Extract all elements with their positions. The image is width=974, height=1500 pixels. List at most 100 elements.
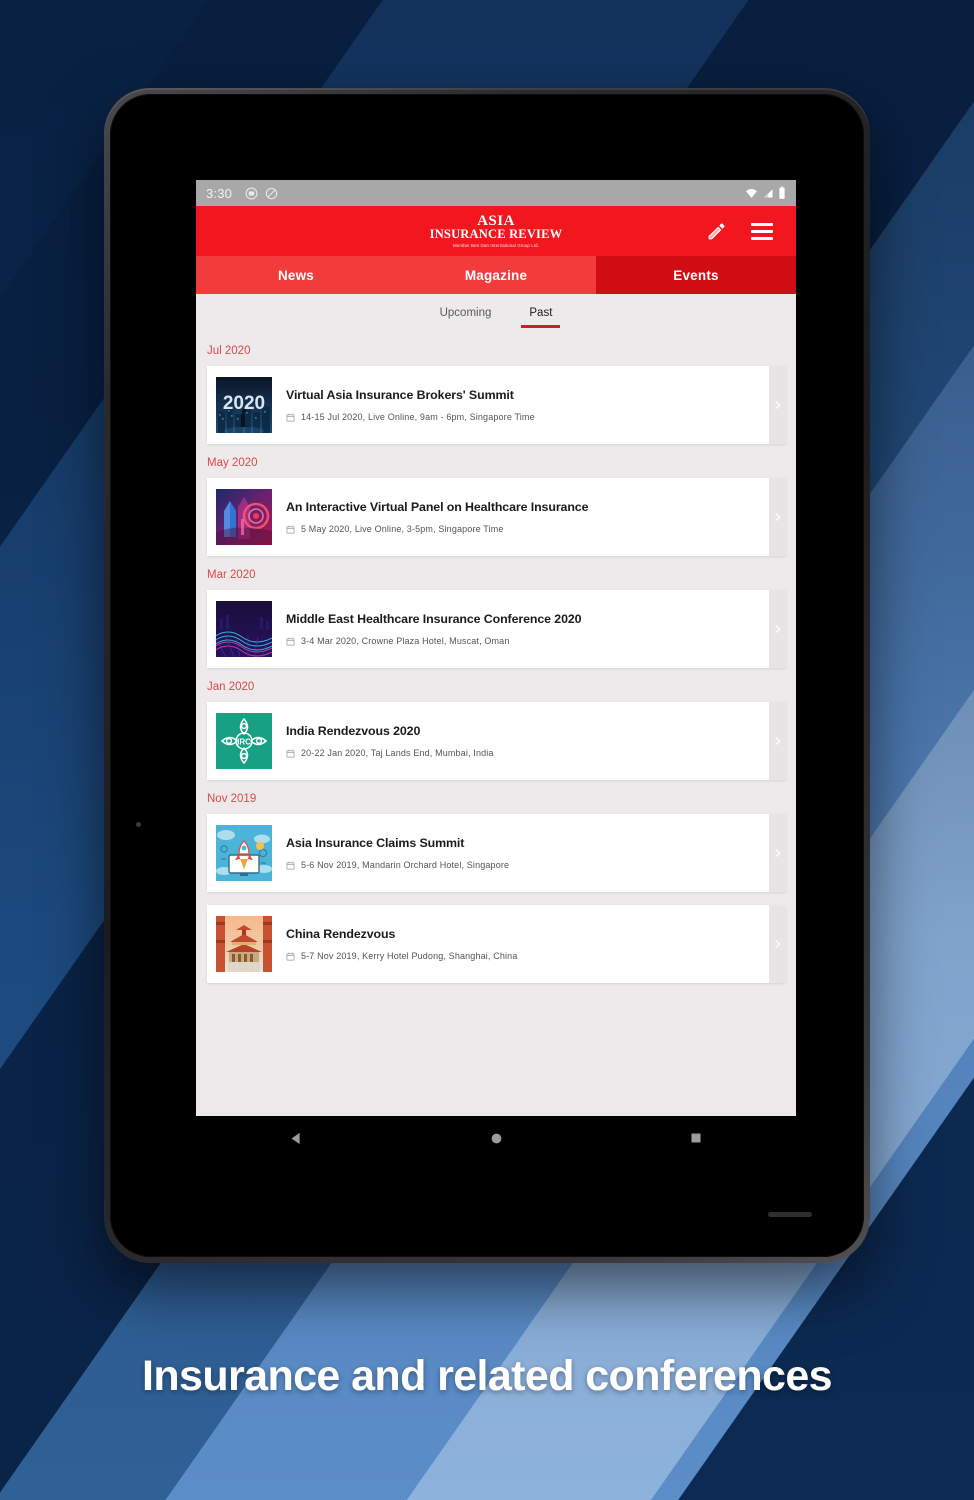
month-header: Jan 2020 [207,681,255,693]
event-meta-text: 5 May 2020, Live Online, 3-5pm, Singapor… [301,524,504,534]
event-open-chevron[interactable] [769,702,786,780]
home-circle-icon [491,1133,501,1143]
status-bar-time: 3:30 [206,185,233,201]
event-open-chevron[interactable] [769,478,786,556]
chevron-right-icon [775,625,781,633]
screenshot-icon [245,187,258,199]
wifi-icon [746,188,757,198]
recents-square-icon [691,1133,701,1143]
calendar-icon [286,861,295,869]
nav-home-button[interactable] [469,1116,523,1160]
event-card[interactable]: An Interactive Virtual Panel on Healthca… [207,478,786,556]
chevron-right-icon [775,737,781,745]
event-text: India Rendezvous 2020 20-22 Jan 2020, Ta… [272,724,786,758]
menu-button[interactable] [750,219,774,243]
app-bar-actions [704,219,796,243]
promo-caption: Insurance and related conferences [142,1352,833,1400]
event-thumbnail-rocket-monitor-flat [216,825,272,881]
event-open-chevron[interactable] [769,590,786,668]
calendar-icon [286,749,295,757]
tablet-device-frame: 3:30 ASIA INSURANCE REVIEW Member Ben Ga… [104,88,870,1263]
event-text: Asia Insurance Claims Summit 5-6 Nov 201… [272,836,786,870]
event-meta-text: 3-4 Mar 2020, Crowne Plaza Hotel, Muscat… [301,636,510,646]
event-card[interactable]: Middle East Healthcare Insurance Confere… [207,590,786,668]
month-header: May 2020 [207,457,258,469]
event-card[interactable]: IRC India Rendezvous 2020 20-22 Jan 2020… [207,702,786,780]
event-thumbnail-neon-wave-grid [216,601,272,657]
event-meta-text: 5-6 Nov 2019, Mandarin Orchard Hotel, Si… [301,860,510,870]
event-text: Virtual Asia Insurance Brokers' Summit 1… [272,388,786,422]
status-bar: 3:30 [196,180,796,206]
event-meta-text: 14-15 Jul 2020, Live Online, 9am - 6pm, … [301,412,535,422]
chevron-right-icon [775,849,781,857]
nav-recents-button[interactable] [669,1116,723,1160]
event-meta-text: 20-22 Jan 2020, Taj Lands End, Mumbai, I… [301,748,494,758]
event-title: China Rendezvous [286,927,396,941]
month-header: Nov 2019 [207,793,257,805]
event-card[interactable]: China Rendezvous 5-7 Nov 2019, Kerry Hot… [207,905,786,983]
promo-background: 3:30 ASIA INSURANCE REVIEW Member Ben Ga… [0,0,974,1500]
edit-pencil-button[interactable] [704,219,728,243]
chevron-right-icon [775,401,781,409]
status-bar-left-icons [245,187,278,200]
event-card[interactable]: Asia Insurance Claims Summit 5-6 Nov 201… [207,814,786,892]
month-header: Mar 2020 [207,569,256,581]
tab-events[interactable]: Events [596,256,796,294]
chevron-right-icon [775,940,781,948]
logo-line-asia: ASIA [477,213,515,229]
event-meta: 14-15 Jul 2020, Live Online, 9am - 6pm, … [286,412,772,422]
logo-line-insurance-review: INSURANCE REVIEW [429,227,563,241]
event-open-chevron[interactable] [769,814,786,892]
event-text: Middle East Healthcare Insurance Confere… [272,612,786,646]
logo-tagline: Member Ben Gan International Group Ltd. [453,243,539,248]
calendar-icon [286,637,295,645]
status-bar-right-icons [745,186,786,200]
nav-back-button[interactable] [269,1116,323,1160]
calendar-icon [286,952,295,960]
event-list[interactable]: Jul 2020 2020 Virtual Asia Insurance Bro… [196,332,796,1116]
event-card[interactable]: 2020 Virtual Asia Insurance Brokers' Sum… [207,366,786,444]
sub-tab-bar: Upcoming Past [196,294,796,332]
android-nav-bar [196,1116,796,1160]
speaker-slot [768,1212,812,1217]
event-title: Virtual Asia Insurance Brokers' Summit [286,388,514,402]
calendar-icon [286,413,295,421]
tab-magazine[interactable]: Magazine [396,256,596,294]
device-bezel: 3:30 ASIA INSURANCE REVIEW Member Ben Ga… [110,94,864,1257]
do-not-disturb-icon [265,187,278,199]
event-open-chevron[interactable] [769,366,786,444]
event-thumbnail-teal-ornament-logo: IRC [216,713,272,769]
svg-text:IRC: IRC [237,738,251,747]
event-title: Middle East Healthcare Insurance Confere… [286,612,582,626]
event-meta: 20-22 Jan 2020, Taj Lands End, Mumbai, I… [286,748,772,758]
pencil-icon [708,223,724,239]
event-text: An Interactive Virtual Panel on Healthca… [272,500,786,534]
event-thumbnail-neon-crystal-abstract [216,489,272,545]
subtab-upcoming[interactable]: Upcoming [438,299,494,328]
event-title: India Rendezvous 2020 [286,724,421,738]
chevron-right-icon [775,513,781,521]
month-header: Jul 2020 [207,345,251,357]
event-meta: 5-6 Nov 2019, Mandarin Orchard Hotel, Si… [286,860,772,870]
event-title: Asia Insurance Claims Summit [286,836,465,850]
event-open-chevron[interactable] [769,905,786,983]
main-tab-bar: News Magazine Events [196,256,796,294]
event-thumbnail-city-2020-night: 2020 [216,377,272,433]
event-meta: 3-4 Mar 2020, Crowne Plaza Hotel, Muscat… [286,636,772,646]
app-bar: ASIA INSURANCE REVIEW Member Ben Gan Int… [196,206,796,256]
battery-icon [779,186,785,199]
back-triangle-icon [291,1132,300,1144]
event-text: China Rendezvous 5-7 Nov 2019, Kerry Hot… [272,927,786,961]
event-meta-text: 5-7 Nov 2019, Kerry Hotel Pudong, Shangh… [301,951,518,961]
subtab-past[interactable]: Past [521,299,561,328]
front-camera-icon [136,822,141,827]
event-meta: 5 May 2020, Live Online, 3-5pm, Singapor… [286,524,772,534]
event-title: An Interactive Virtual Panel on Healthca… [286,500,589,514]
calendar-icon [286,525,295,533]
hamburger-icon [751,222,773,240]
tab-news[interactable]: News [196,256,396,294]
event-meta: 5-7 Nov 2019, Kerry Hotel Pudong, Shangh… [286,951,772,961]
event-thumbnail-forbidden-city-sunset [216,916,272,972]
device-screen: 3:30 ASIA INSURANCE REVIEW Member Ben Ga… [196,180,796,1160]
signal-icon [764,189,773,197]
